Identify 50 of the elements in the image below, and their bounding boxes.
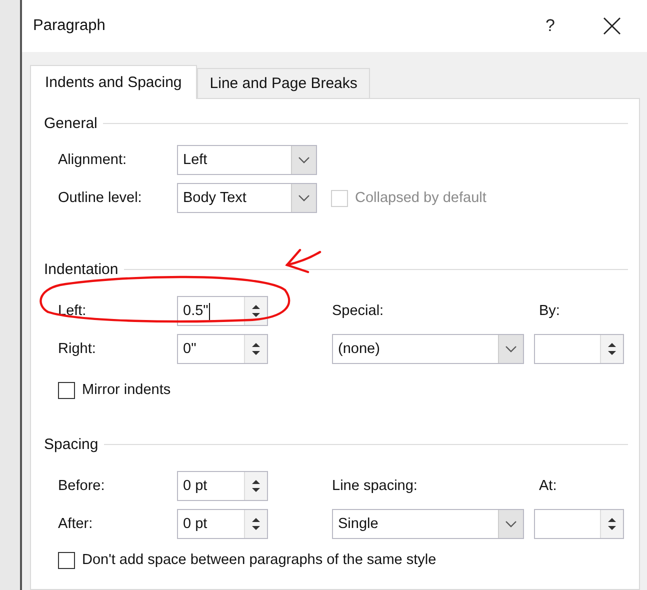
section-heading: Spacing <box>44 436 98 452</box>
spin-up-icon[interactable] <box>250 303 262 311</box>
dropdown[interactable]: Body Text <box>177 183 317 213</box>
spin-field[interactable]: 0 pt <box>177 509 268 539</box>
field-label: Special: <box>332 303 384 319</box>
spin-up-icon[interactable] <box>606 341 618 349</box>
field-label: By: <box>539 303 560 319</box>
spin-field[interactable]: 0" <box>177 334 268 364</box>
spin-field[interactable]: 0 pt <box>177 471 268 501</box>
annotation-arrow <box>285 248 322 274</box>
field-label: Line spacing: <box>332 478 418 494</box>
checkbox-label: Collapsed by default <box>355 190 486 206</box>
spin-down-icon[interactable] <box>250 486 262 494</box>
field-label: Left: <box>58 303 86 319</box>
field-label: After: <box>58 516 93 532</box>
checkbox[interactable] <box>58 382 75 398</box>
spin-up-icon[interactable] <box>606 516 618 524</box>
spin-down-icon[interactable] <box>606 349 618 357</box>
spin-down-icon[interactable] <box>606 524 618 532</box>
dropdown[interactable]: Single <box>332 509 524 539</box>
chevron-down-icon <box>505 345 517 353</box>
checkbox-label: Mirror indents <box>82 382 171 398</box>
checkbox[interactable] <box>58 552 75 568</box>
tab[interactable]: Indents and Spacing <box>30 65 197 99</box>
spin-down-icon[interactable] <box>250 311 262 319</box>
help-button[interactable]: ? <box>540 16 561 36</box>
field-label: Alignment: <box>58 152 128 168</box>
chevron-down-icon <box>505 520 517 528</box>
section-heading: General <box>44 114 98 132</box>
close-icon[interactable] <box>603 17 621 35</box>
checkbox-label: Don't add space between paragraphs of the same style <box>82 552 436 568</box>
spin-up-icon[interactable] <box>250 478 262 486</box>
tab[interactable]: Line and Page Breaks <box>196 68 370 98</box>
chevron-down-icon <box>298 156 310 164</box>
field-label: At: <box>539 478 557 494</box>
field-label: Right: <box>58 341 96 357</box>
section-heading: Indentation <box>44 260 118 278</box>
field-label: Outline level: <box>58 190 143 206</box>
spin-up-icon[interactable] <box>250 516 262 524</box>
dropdown[interactable]: (none) <box>332 334 524 364</box>
spin-up-icon[interactable] <box>250 341 262 349</box>
chevron-down-icon <box>298 194 310 202</box>
spin-down-icon[interactable] <box>250 524 262 532</box>
field-label: Before: <box>58 478 105 494</box>
spin-field[interactable]: 0.5" <box>177 296 268 326</box>
spin-field[interactable] <box>534 334 624 364</box>
spin-field[interactable] <box>534 509 624 539</box>
window-title: Paragraph <box>33 17 106 35</box>
spin-down-icon[interactable] <box>250 349 262 357</box>
dropdown[interactable]: Left <box>177 145 317 175</box>
